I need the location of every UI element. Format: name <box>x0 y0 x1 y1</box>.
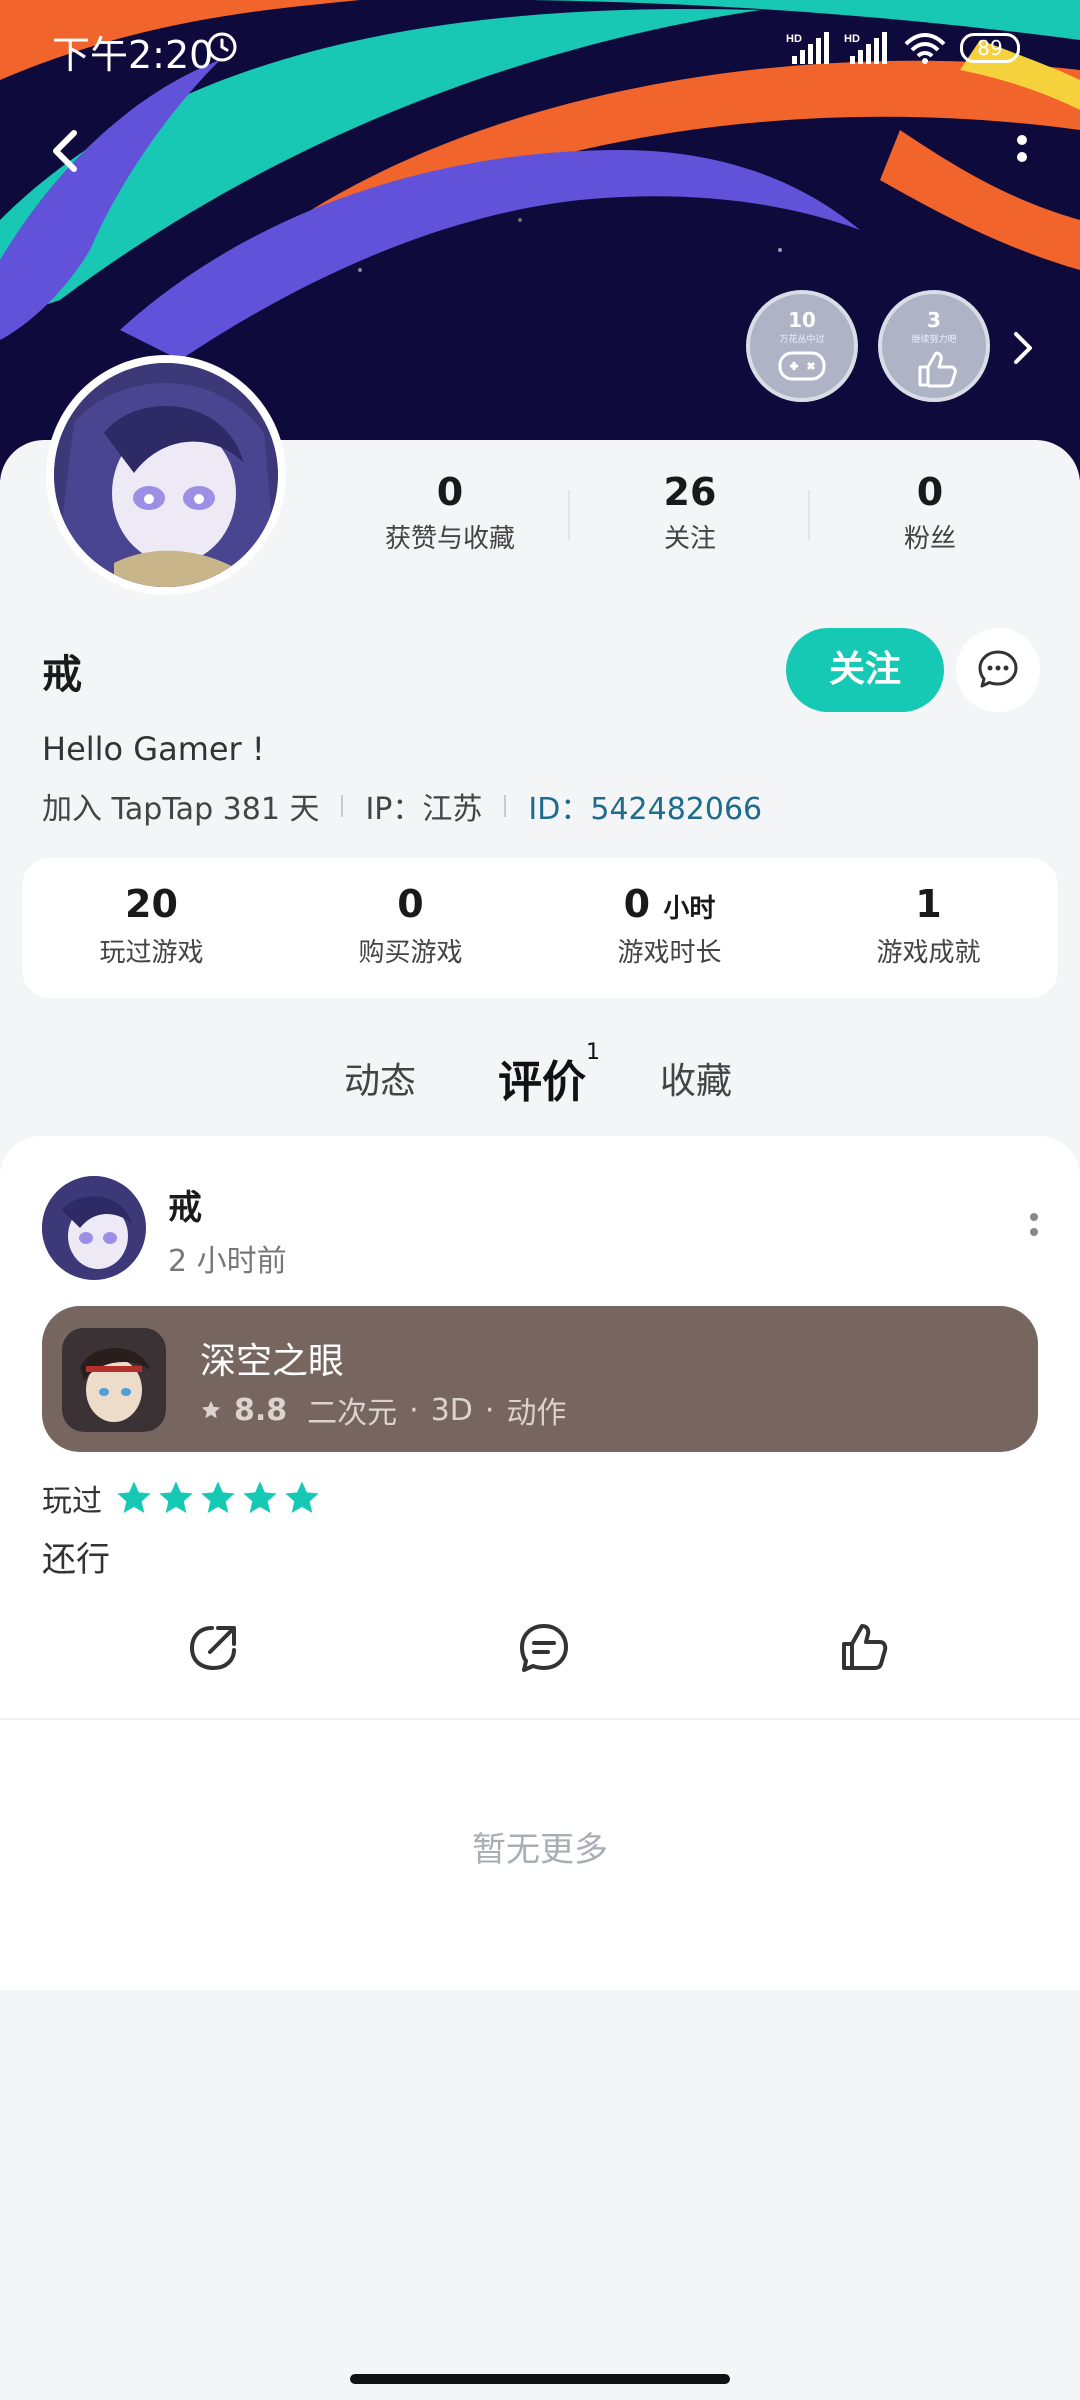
stat-value: 0 <box>436 470 464 514</box>
tag-separator: · <box>409 1392 419 1428</box>
stat-following[interactable]: 26 关注 <box>570 470 810 554</box>
svg-text:HD: HD <box>844 33 860 45</box>
game-character-art <box>62 1328 166 1432</box>
profile-stats: 0 获赞与收藏 26 关注 0 粉丝 <box>330 470 1050 554</box>
alarm-icon <box>207 32 237 62</box>
no-more-text: 暂无更多 <box>472 1830 608 1870</box>
section-divider <box>0 1718 1080 1720</box>
status-time: 下午2:20 <box>52 33 214 77</box>
review-author-name[interactable]: 戒 <box>168 1180 202 1229</box>
star-icon <box>285 1481 319 1513</box>
join-days: 加入 TapTap 381 天 <box>42 792 320 827</box>
stat-label: 获赞与收藏 <box>384 524 515 554</box>
stat-played-games[interactable]: 20 玩过游戏 <box>22 858 281 998</box>
reviewed-game-card[interactable]: 深空之眼 8.8 二次元 · 3D · 动作 <box>42 1306 1038 1452</box>
stat-label: 购买游戏 <box>358 938 463 968</box>
stat-label: 游戏成就 <box>876 938 981 968</box>
meta-separator <box>504 795 507 817</box>
game-tag: 二次元 <box>307 1396 398 1431</box>
gamepad-icon <box>778 351 826 381</box>
badge-subtitle: 继续努力吧 <box>911 335 957 345</box>
achievement-badge-2[interactable]: 3 继续努力吧 <box>878 290 990 402</box>
achievement-badge-1[interactable]: 10 万花丛中过 <box>746 290 858 402</box>
signal-icon: HD <box>786 32 829 64</box>
stat-label: 游戏时长 <box>617 938 722 968</box>
svg-text:HD: HD <box>786 33 802 45</box>
stat-value: 0 小时 <box>623 882 716 926</box>
game-tag: 动作 <box>506 1396 567 1431</box>
user-id[interactable]: ID：542482066 <box>528 784 762 828</box>
more-vertical-icon[interactable] <box>1012 132 1032 182</box>
stat-achievements[interactable]: 1 游戏成就 <box>799 858 1058 998</box>
chevron-right-icon[interactable] <box>1008 330 1038 366</box>
star-icon <box>201 1481 235 1513</box>
stat-likes[interactable]: 0 获赞与收藏 <box>330 470 570 554</box>
review-count: 1 <box>586 1040 600 1065</box>
meta-separator <box>341 795 344 817</box>
follow-button[interactable]: 关注 <box>786 628 944 712</box>
battery-indicator: 89 <box>960 33 1020 63</box>
like-icon[interactable] <box>836 1620 892 1676</box>
message-button[interactable] <box>956 628 1040 712</box>
stat-purchased-games[interactable]: 0 购买游戏 <box>281 858 540 998</box>
share-icon[interactable] <box>186 1620 242 1676</box>
signal-icon-2: HD <box>844 32 887 64</box>
review-stars <box>114 1478 324 1518</box>
stat-value: 0 <box>916 470 944 514</box>
ip-location: IP：江苏 <box>365 792 483 827</box>
tab-collect[interactable]: 收藏 <box>660 1052 732 1104</box>
avatar-illustration <box>54 363 278 587</box>
game-tag: 3D <box>430 1392 473 1428</box>
review-card[interactable]: 戒 2 小时前 深空之眼 8.8 二次元 · 3D · 动作 玩过 还行 暂无更… <box>0 1136 1080 1990</box>
game-meta: 8.8 二次元 · 3D · 动作 <box>200 1388 566 1432</box>
stat-value: 0 <box>397 882 424 926</box>
game-name: 深空之眼 <box>200 1341 345 1382</box>
review-rating-row: 玩过 <box>42 1476 324 1520</box>
user-meta: 加入 TapTap 381 天 IP：江苏 ID：542482066 <box>42 784 762 828</box>
stat-label: 粉丝 <box>903 524 956 554</box>
tab-dynamic[interactable]: 动态 <box>344 1052 416 1104</box>
wifi-icon <box>904 33 946 64</box>
star-icon <box>159 1481 193 1513</box>
avatar-illustration <box>42 1176 146 1280</box>
stat-value: 1 <box>915 882 942 926</box>
status-bar: 下午2:20 HD HD 89 <box>0 0 1080 100</box>
home-indicator[interactable] <box>350 2374 730 2384</box>
stat-value: 26 <box>663 470 717 514</box>
stat-label: 关注 <box>663 524 716 554</box>
star-icon <box>243 1481 277 1513</box>
thumbs-up-hand-icon <box>918 351 957 388</box>
badge-subtitle: 万花丛中过 <box>779 335 825 345</box>
stat-play-time[interactable]: 0 小时 游戏时长 <box>540 858 799 998</box>
review-author-avatar[interactable] <box>42 1176 146 1280</box>
profile-avatar[interactable] <box>46 355 286 595</box>
chat-bubble-icon <box>978 650 1018 688</box>
stat-value: 20 <box>125 882 178 926</box>
played-label: 玩过 <box>42 1484 102 1519</box>
game-icon <box>62 1328 166 1432</box>
badge-number: 10 <box>788 308 816 332</box>
user-name: 戒 <box>42 652 82 698</box>
profile-tabs: 动态 评价 1 收藏 <box>0 1040 1080 1116</box>
review-text: 还行 <box>42 1540 110 1580</box>
back-arrow-icon[interactable] <box>40 125 92 177</box>
badge-number: 3 <box>927 308 941 332</box>
tag-separator: · <box>484 1392 495 1428</box>
more-vertical-icon[interactable] <box>1028 1212 1040 1242</box>
stat-label: 玩过游戏 <box>99 938 204 968</box>
user-bio: Hello Gamer ! <box>42 730 265 768</box>
game-stats-card: 20 玩过游戏 0 购买游戏 0 小时 游戏时长 1 游戏成就 <box>22 858 1058 998</box>
star-icon <box>117 1481 151 1513</box>
comment-icon[interactable] <box>516 1620 572 1676</box>
tab-review[interactable]: 评价 1 <box>498 1040 600 1112</box>
review-time: 2 小时前 <box>168 1244 287 1279</box>
stat-followers[interactable]: 0 粉丝 <box>810 470 1050 554</box>
rating-star-icon <box>201 1400 221 1419</box>
review-actions <box>0 1620 1080 1700</box>
game-rating: 8.8 <box>234 1392 288 1428</box>
